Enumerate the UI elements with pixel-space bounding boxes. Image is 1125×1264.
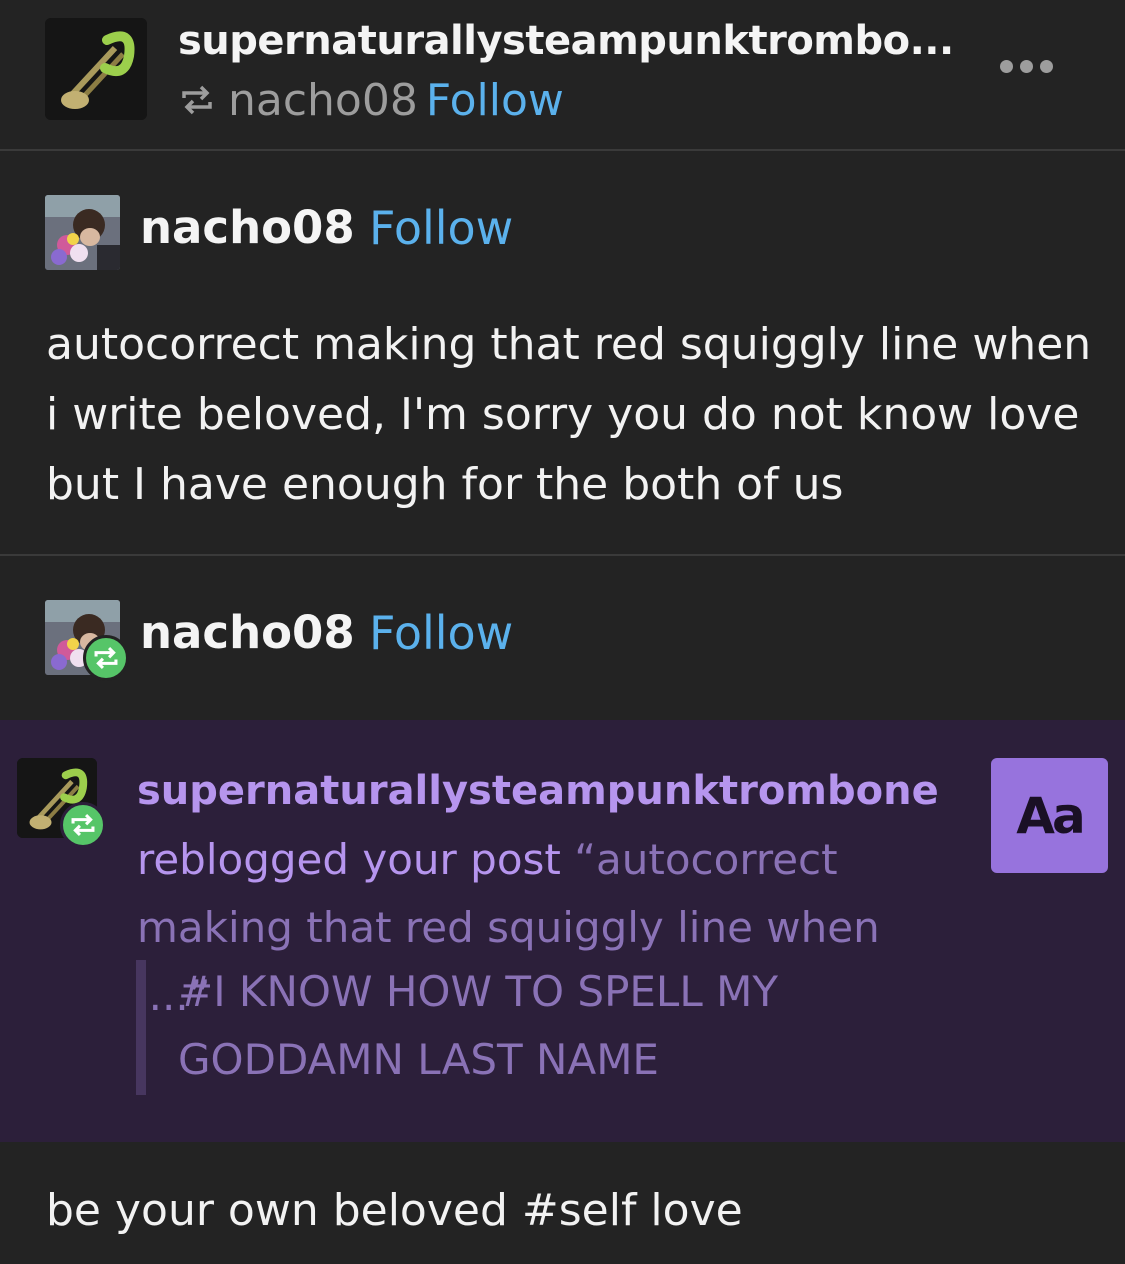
reblog-comment-text: be your own beloved #self love bbox=[46, 1185, 743, 1236]
blog-name[interactable]: supernaturallysteampunktrombo... bbox=[178, 18, 968, 64]
post-author-follow-button[interactable]: Follow bbox=[369, 201, 513, 255]
reblog-badge bbox=[83, 635, 129, 681]
tumblr-post-view: supernaturallysteampunktrombo... nacho08… bbox=[0, 0, 1125, 1264]
avatar-image bbox=[45, 195, 120, 270]
reblog-author-follow-button[interactable]: Follow bbox=[369, 606, 513, 660]
post-body-text: autocorrect making that red squiggly lin… bbox=[46, 319, 1092, 510]
divider bbox=[0, 149, 1125, 151]
tag-quote-bar bbox=[136, 960, 146, 1095]
reblog-source-user[interactable]: nacho08 bbox=[228, 75, 418, 126]
notification-action: reblogged your post bbox=[137, 835, 561, 884]
reblog-notification[interactable]: supernaturallysteampunktrombone reblogge… bbox=[0, 720, 1125, 1142]
original-post-author-row: nacho08 Follow bbox=[0, 195, 1125, 275]
divider bbox=[0, 554, 1125, 556]
avatar[interactable] bbox=[45, 195, 120, 270]
more-horizontal-icon[interactable] bbox=[1000, 60, 1053, 73]
trombone-icon bbox=[45, 18, 147, 120]
notification-username[interactable]: supernaturallysteampunktrombone bbox=[137, 768, 939, 814]
notification-tags: #I KNOW HOW TO SPELL MY GODDAMN LAST NAM… bbox=[178, 967, 778, 1084]
blog-avatar[interactable] bbox=[45, 18, 147, 120]
reblog-author-row: nacho08 Follow bbox=[0, 600, 1125, 681]
reblog-source: nacho08 Follow bbox=[180, 74, 564, 126]
post-header: supernaturallysteampunktrombo... nacho08… bbox=[0, 0, 1125, 150]
notification-reblog-badge bbox=[60, 802, 106, 848]
reblog-icon bbox=[71, 813, 95, 837]
reblog-author-name[interactable]: nacho08 bbox=[140, 606, 355, 659]
reblog-icon bbox=[182, 85, 212, 115]
header-follow-button[interactable]: Follow bbox=[426, 75, 564, 126]
text-style-button[interactable]: Aa bbox=[991, 758, 1108, 873]
post-author-name[interactable]: nacho08 bbox=[140, 201, 355, 254]
reblog-icon bbox=[94, 646, 118, 670]
